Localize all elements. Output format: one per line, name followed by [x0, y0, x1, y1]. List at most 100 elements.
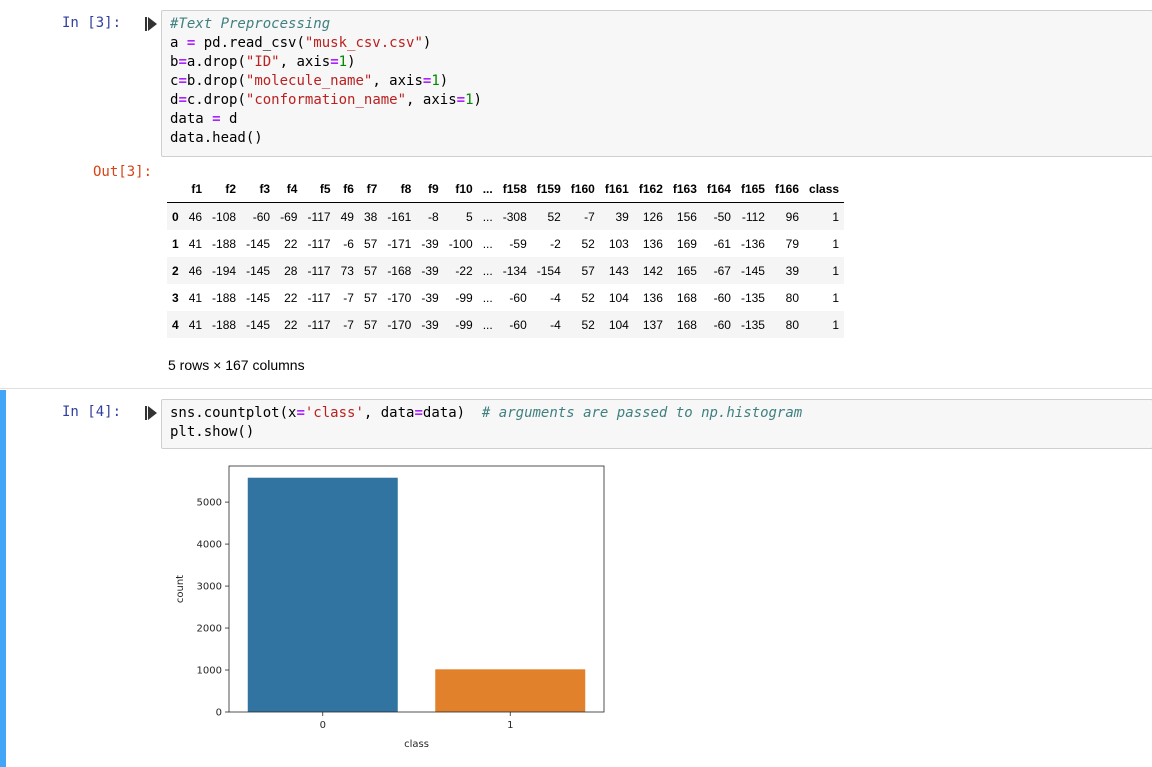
table-cell: 165 [676, 263, 697, 278]
table-cell: -7 [343, 317, 354, 332]
code-token: c.drop( [186, 92, 246, 108]
column-header: f163 [667, 176, 702, 203]
table-cell: -99 [455, 317, 473, 332]
code-token: b.drop( [186, 73, 246, 89]
table-cell: -39 [421, 263, 439, 278]
x-axis-label: class [404, 739, 429, 750]
table-cell: 104 [608, 317, 629, 332]
code-token: "molecule_name" [245, 73, 373, 89]
code-token: sns.countplot(x [170, 405, 297, 421]
code-editor[interactable]: sns.countplot(x='class', data=data) # ar… [161, 399, 1152, 449]
table-cell: -188 [212, 290, 237, 305]
code-token: "musk_csv.csv" [304, 35, 423, 51]
table-cell: -134 [502, 263, 527, 278]
column-header: f159 [531, 176, 566, 203]
table-cell: -145 [740, 263, 765, 278]
column-header: f9 [416, 176, 444, 203]
table-cell: -22 [455, 263, 473, 278]
table-cell: 52 [581, 236, 595, 251]
y-axis-label: count [175, 575, 186, 603]
row-index: 3 [172, 290, 179, 305]
table-cell: ... [482, 236, 493, 251]
row-index: 2 [172, 263, 179, 278]
table-cell: -112 [741, 209, 765, 224]
input-prompt: In [3]: [62, 15, 122, 31]
code-cell-4[interactable]: In [4]: sns.countplot(x='class', data=da… [0, 390, 1152, 767]
code-token: = [456, 92, 466, 108]
y-tick-label: 1000 [197, 666, 222, 677]
code-token: "ID" [245, 54, 280, 70]
table-cell: 169 [676, 236, 697, 251]
table-cell: -117 [307, 317, 331, 332]
table-cell: -8 [428, 209, 439, 224]
run-icon[interactable] [145, 406, 157, 420]
code-token: , axis [279, 54, 331, 70]
table-cell: -145 [246, 263, 271, 278]
table-cell: 136 [642, 236, 663, 251]
table-cell: -170 [387, 317, 412, 332]
code-token: = [296, 405, 305, 421]
code-token: 1 [338, 54, 348, 70]
table-cell: 46 [188, 263, 203, 278]
code-token: pd.read_csv( [195, 35, 305, 51]
column-header: f6 [335, 176, 359, 203]
table-cell: -39 [421, 290, 439, 305]
code-editor[interactable]: #Text Preprocessing a = pd.read_csv("musk… [161, 10, 1152, 157]
table-cell: -61 [713, 236, 731, 251]
table-cell: 5 [466, 209, 473, 224]
column-header: f160 [565, 176, 600, 203]
code-token: = [178, 54, 187, 70]
column-header: f161 [599, 176, 634, 203]
table-cell: -60 [252, 209, 271, 224]
table-cell: 57 [363, 263, 378, 278]
column-header: f3 [241, 176, 276, 203]
table-cell: -168 [387, 263, 412, 278]
y-tick-label: 3000 [197, 582, 222, 593]
bar-0 [247, 477, 398, 712]
code-token: 1 [431, 73, 440, 89]
table-cell: -4 [550, 290, 561, 305]
column-header: f162 [633, 176, 668, 203]
table-cell: 41 [188, 317, 203, 332]
column-header: ... [477, 176, 498, 203]
code-token: # arguments are passed to np.histogram [481, 405, 803, 421]
column-header: f158 [497, 176, 532, 203]
column-header: f5 [302, 176, 336, 203]
column-header: f10 [443, 176, 478, 203]
code-token: plt.show() [170, 424, 255, 440]
table-cell: -135 [740, 290, 765, 305]
table-cell: -100 [448, 236, 473, 251]
table-cell: -117 [307, 263, 331, 278]
table-cell: 41 [188, 290, 203, 305]
table-cell: 143 [608, 263, 629, 278]
cell-separator [0, 388, 1152, 389]
table-cell: -60 [713, 290, 731, 305]
column-header: f1 [183, 176, 208, 203]
table-cell: 22 [284, 317, 298, 332]
table-cell: -7 [343, 290, 354, 305]
table-cell: -188 [212, 317, 237, 332]
code-token: ) [347, 54, 356, 70]
code-token: d [220, 111, 238, 127]
table-cell: 39 [785, 263, 800, 278]
column-header: f164 [701, 176, 736, 203]
table-cell: -39 [421, 236, 439, 251]
code-cell-3[interactable]: In [3]: #Text Preprocessing a = pd.read_c… [0, 0, 1152, 385]
table-cell: 22 [284, 236, 298, 251]
table-cell: 28 [284, 263, 298, 278]
code-token: a [170, 35, 187, 51]
column-header [167, 176, 184, 203]
table-cell: 136 [642, 290, 663, 305]
table-cell: 1 [832, 317, 840, 332]
table-cell: 168 [676, 290, 697, 305]
countplot-chart: 0 1 0 1000 2000 3000 4000 5000 class count [175, 465, 605, 750]
run-icon[interactable] [145, 17, 157, 31]
code-token: ) [473, 92, 482, 108]
table-cell: 52 [581, 290, 595, 305]
table-row: 3 41 -188 -145 22 -117 -7 57 -170 -39 -99... -60 -4 5… [167, 284, 844, 311]
table-cell: 57 [363, 290, 378, 305]
row-index: 4 [172, 317, 179, 332]
table-cell: -4 [550, 317, 561, 332]
table-cell: -108 [212, 209, 237, 224]
table-cell: -67 [713, 263, 731, 278]
